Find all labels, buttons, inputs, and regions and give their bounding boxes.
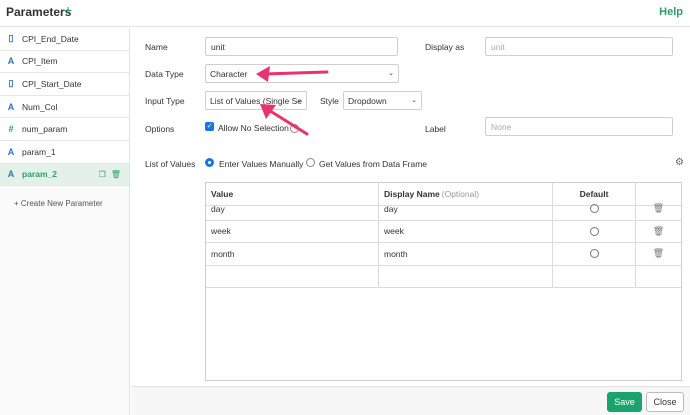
name-label: Name — [145, 42, 168, 52]
display-cell[interactable]: day — [379, 198, 553, 220]
default-cell — [553, 198, 636, 220]
numeric-icon: # — [8, 124, 14, 135]
display-as-label: Display as — [425, 42, 465, 52]
actions-cell: 🗑 — [636, 221, 681, 243]
label-label: Label — [425, 124, 446, 134]
top-header: Parameters + Help — [0, 0, 690, 27]
default-cell — [553, 243, 636, 265]
sidebar-item-label: CPI_Item — [22, 56, 58, 67]
plus-icon[interactable]: + — [64, 3, 72, 17]
sidebar-item-label: CPI_End_Date — [22, 33, 79, 44]
character-icon: A — [7, 169, 15, 180]
radio-data-frame-label: Get Values from Data Frame — [319, 159, 428, 169]
data-type-label: Data Type — [145, 69, 184, 79]
data-type-select[interactable]: Character ⌄ — [205, 64, 399, 83]
input-type-select[interactable]: List of Values (Single Se ⌄ — [205, 91, 307, 110]
display-cell[interactable]: week — [379, 220, 553, 242]
allow-no-selection-label: Allow No Selection — [218, 123, 289, 133]
sidebar-item-cpi-start-date[interactable]: ▯ CPI_Start_Date — [0, 73, 129, 96]
label-input[interactable]: None — [485, 117, 673, 136]
chevron-down-icon: ⌄ — [411, 97, 417, 104]
sidebar-item-param-1[interactable]: A param_1 — [0, 140, 129, 164]
default-cell — [553, 265, 636, 287]
options-label: Options — [145, 124, 175, 134]
page-title: Parameters — [6, 5, 72, 19]
actions-cell — [636, 266, 681, 288]
calendar-icon: ▯ — [8, 33, 14, 44]
sidebar-item-label: param_2 — [22, 169, 57, 180]
sidebar-item-label: Num_Col — [22, 101, 58, 112]
style-label: Style — [320, 96, 339, 106]
default-cell — [553, 220, 636, 242]
data-type-value: Character — [210, 68, 248, 79]
table-row-empty — [206, 265, 681, 288]
input-type-value: List of Values (Single Se — [210, 95, 302, 106]
radio-data-frame[interactable] — [306, 158, 315, 167]
gear-icon[interactable]: ⚙ — [675, 157, 684, 168]
sidebar-item-label: num_param — [22, 124, 68, 135]
radio-enter-manually[interactable] — [205, 158, 214, 167]
parameter-list: ▯ CPI_End_Date A CPI_Item ▯ CPI_Start_Da… — [0, 28, 130, 415]
name-input[interactable]: unit — [205, 37, 398, 56]
input-type-label: Input Type — [145, 96, 185, 106]
value-cell[interactable] — [206, 265, 379, 287]
copy-icon[interactable]: ❐ — [99, 170, 106, 179]
default-radio[interactable] — [589, 204, 599, 214]
help-link[interactable]: Help — [659, 6, 683, 18]
character-icon: A — [7, 56, 15, 67]
sidebar-item-label: param_1 — [22, 146, 56, 157]
sidebar-item-num-col[interactable]: A Num_Col — [0, 95, 129, 119]
character-icon: A — [7, 146, 15, 157]
default-radio[interactable] — [589, 226, 599, 236]
default-radio[interactable] — [589, 249, 599, 259]
trash-icon[interactable]: 🗑 — [653, 248, 664, 259]
actions-cell: 🗑 — [636, 243, 681, 265]
style-select[interactable]: Dropdown ⌄ — [343, 91, 422, 110]
style-value: Dropdown — [348, 95, 387, 106]
close-button[interactable]: Close — [646, 392, 684, 412]
display-cell[interactable]: month — [379, 243, 553, 265]
sidebar-item-cpi-end-date[interactable]: ▯ CPI_End_Date — [0, 28, 129, 51]
table-row: day day 🗑 — [206, 198, 681, 221]
value-cell[interactable]: day — [206, 198, 379, 220]
sidebar-item-label: CPI_Start_Date — [22, 78, 82, 89]
display-as-input[interactable]: unit — [485, 37, 673, 56]
allow-no-selection-checkbox[interactable]: ✓ — [205, 122, 214, 131]
chevron-down-icon: ⌄ — [388, 70, 394, 77]
trash-icon[interactable]: 🗑 — [111, 170, 121, 179]
footer-bar: Save Close — [131, 386, 690, 415]
value-cell[interactable]: month — [206, 243, 379, 265]
sidebar-item-num-param[interactable]: # num_param — [0, 118, 129, 141]
actions-cell: 🗑 — [636, 198, 681, 220]
chevron-down-icon: ⌄ — [296, 97, 302, 104]
character-icon: A — [7, 101, 15, 112]
calendar-icon: ▯ — [8, 78, 14, 89]
table-row: month month 🗑 — [206, 243, 681, 266]
value-cell[interactable]: week — [206, 220, 379, 242]
item-actions: ❐ 🗑 — [99, 170, 121, 179]
sidebar-item-cpi-item[interactable]: A CPI_Item — [0, 50, 129, 74]
trash-icon[interactable]: 🗑 — [653, 203, 664, 214]
help-circle-icon[interactable]: ? — [290, 124, 299, 133]
trash-icon[interactable]: 🗑 — [653, 226, 664, 237]
values-table: Value Display Name (Optional) Default da… — [205, 182, 682, 381]
display-cell[interactable] — [379, 265, 553, 287]
list-of-values-label: List of Values — [145, 159, 196, 169]
radio-enter-manually-label: Enter Values Manually — [219, 159, 304, 169]
table-row: week week 🗑 — [206, 220, 681, 243]
create-new-parameter-button[interactable]: + Create New Parameter — [14, 199, 103, 208]
sidebar-item-param-2[interactable]: A param_2 ❐ 🗑 — [0, 163, 129, 187]
save-button[interactable]: Save — [607, 392, 642, 412]
